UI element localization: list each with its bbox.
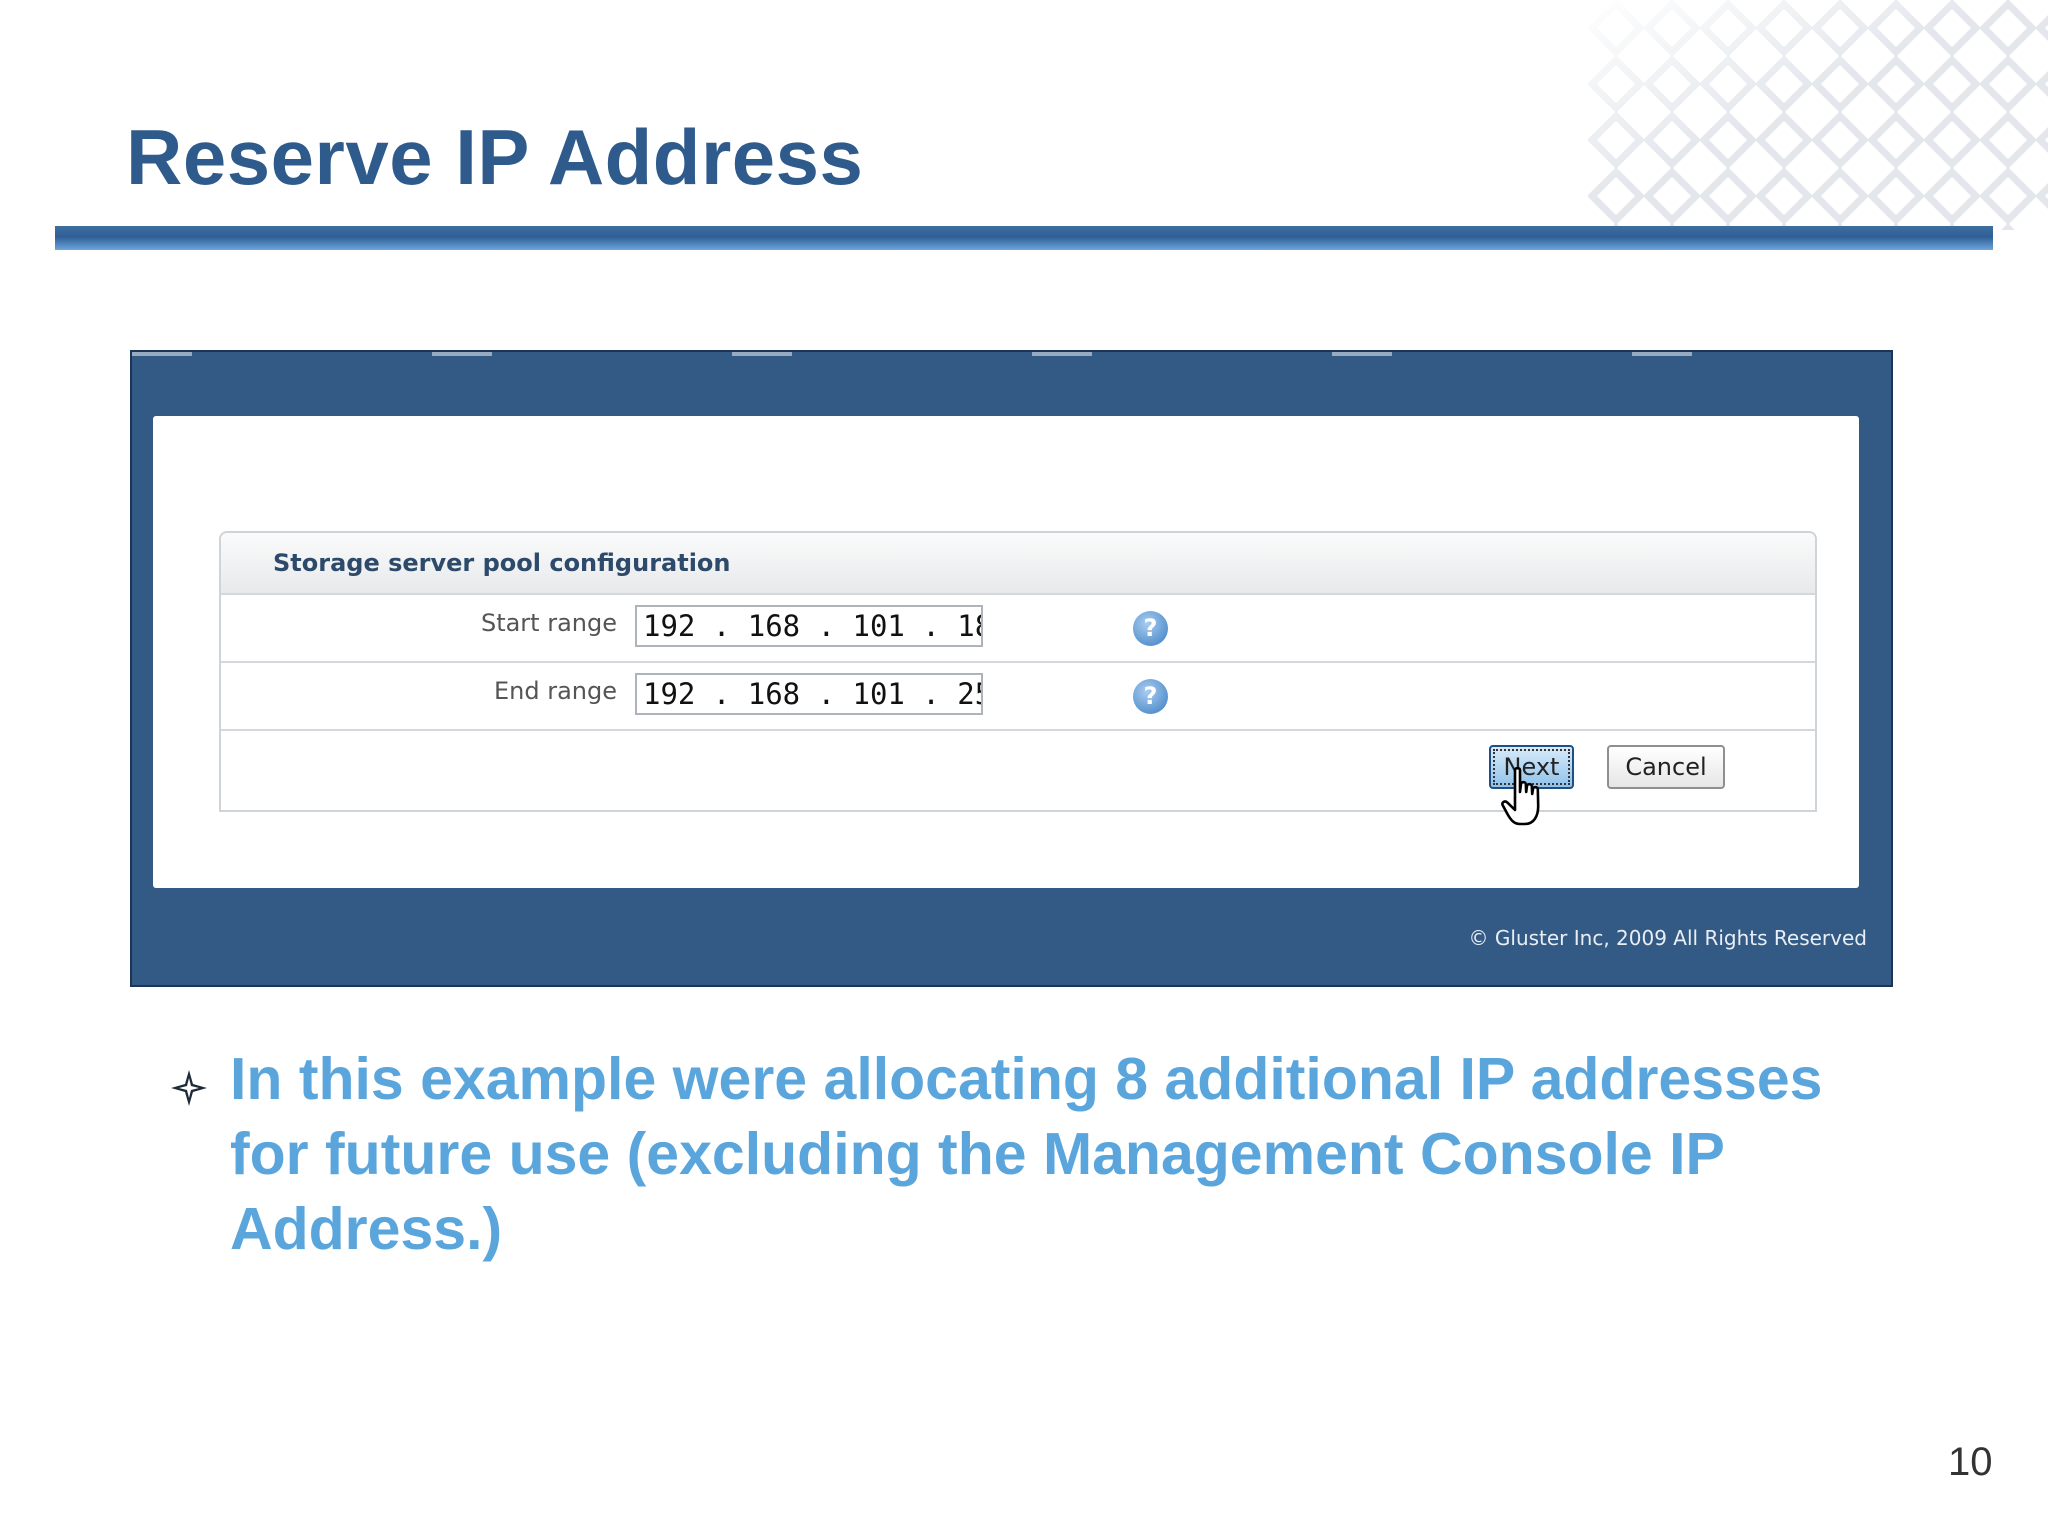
config-title: Storage server pool configuration (273, 549, 731, 577)
decorative-pattern (1588, 0, 2048, 230)
help-icon[interactable]: ? (1133, 679, 1168, 714)
start-range-input[interactable]: 192 . 168 . 101 . 18 (635, 605, 983, 647)
end-range-row: End range 192 . 168 . 101 . 25 ? (221, 663, 1815, 731)
slide-title: Reserve IP Address (126, 113, 864, 201)
cancel-button[interactable]: Cancel (1607, 745, 1725, 789)
bullet-text: In this example were allocating 8 additi… (230, 1046, 1823, 1262)
page-number: 10 (1948, 1440, 1993, 1484)
content-panel: Storage server pool configuration Start … (153, 416, 1859, 888)
config-header: Storage server pool configuration (221, 533, 1815, 595)
end-range-input[interactable]: 192 . 168 . 101 . 25 (635, 673, 983, 715)
button-row: Next Cancel (221, 731, 1815, 806)
title-underline (55, 226, 1993, 250)
screenshot-frame: Storage server pool configuration Start … (130, 350, 1893, 987)
start-range-label: Start range (480, 609, 617, 637)
hand-cursor-icon (1501, 766, 1540, 826)
start-range-row: Start range 192 . 168 . 101 . 18 ? (221, 595, 1815, 663)
storage-pool-config-box: Storage server pool configuration Start … (219, 531, 1817, 812)
cropped-menu-strip (132, 352, 1891, 356)
four-point-star-icon (171, 1070, 207, 1106)
copyright-text: © Gluster Inc, 2009 All Rights Reserved (1468, 926, 1867, 950)
end-range-label: End range (493, 677, 617, 705)
help-icon[interactable]: ? (1133, 611, 1168, 646)
